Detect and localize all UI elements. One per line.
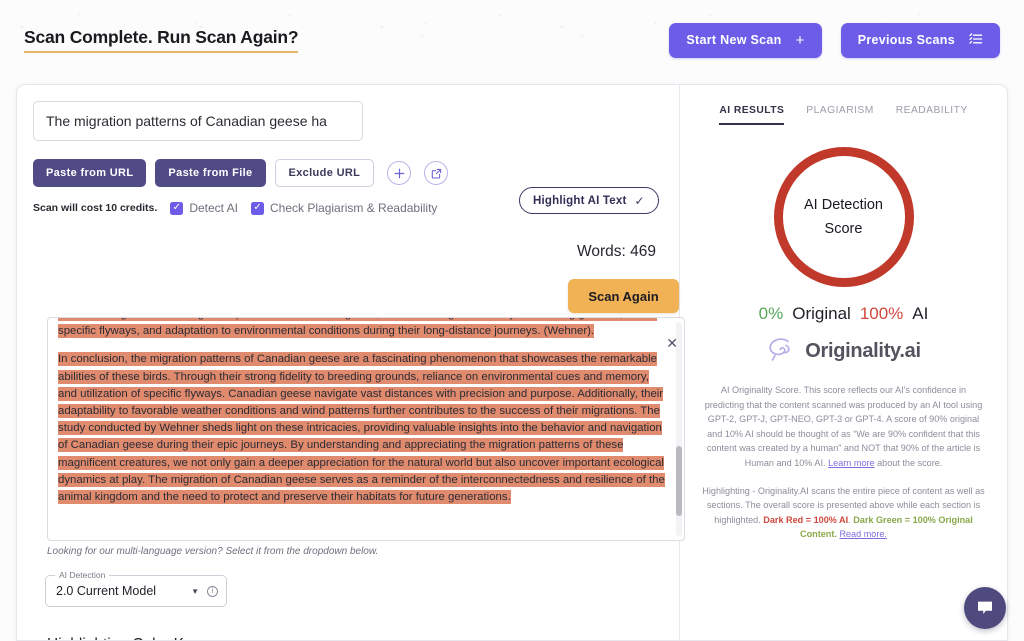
main-card: Paste from URL Paste from File Exclude U… [16,84,1008,641]
detect-ai-label: Detect AI [189,201,239,215]
top-bar: Scan Complete. Run Scan Again? Start New… [0,0,1024,80]
editor-pane: Paste from URL Paste from File Exclude U… [17,85,685,640]
detect-ai-checkbox[interactable]: ✓ Detect AI [170,201,238,215]
ai-detection-model-value: 2.0 Current Model [56,584,157,598]
brand-row: Originality.ai [688,336,999,367]
ai-percent: 100% [859,304,904,323]
dark-red-legend: Dark Red = 100% AI [763,514,849,525]
tab-ai-results[interactable]: AI RESULTS [719,105,785,125]
score-explanation-1-text: AI Originality Score. This score reflect… [704,385,983,468]
score-ring-line-1: AI Detection [804,197,883,213]
check-plagiarism-checkbox-box[interactable]: ✓ [251,201,265,215]
previous-scans-button[interactable]: Previous Scans [840,22,1000,58]
close-icon[interactable]: ✕ [666,336,678,350]
highlighted-sentence: valuable insights into the migration pat… [58,318,658,339]
start-new-scan-label: Start New Scan [686,33,782,47]
score-percentages: 0% Original 100% AI [688,304,999,324]
paste-from-file-button[interactable]: Paste from File [155,159,266,187]
plus-icon: + [795,31,805,49]
share-export-icon[interactable] [424,161,449,185]
scan-again-button[interactable]: Scan Again [568,279,679,313]
detect-ai-checkbox-box[interactable]: ✓ [170,201,184,215]
info-icon[interactable]: i [207,585,218,597]
credits-note: Scan will cost 10 credits. [33,202,158,214]
check-plagiarism-label: Check Plagiarism & Readability [270,201,438,215]
exclude-url-button[interactable]: Exclude URL [274,159,375,187]
brain-icon [766,336,796,367]
ai-detection-model-select[interactable]: AI Detection 2.0 Current Model ▼ i [45,570,227,607]
results-tabs: AI RESULTS PLAGIARISM READABILITY [688,85,999,125]
score-ring-line-2: Score [824,221,863,237]
paste-from-url-button[interactable]: Paste from URL [33,159,147,187]
score-explanation-1-tail: about the score. [874,457,943,468]
multilang-note: Looking for our multi-language version? … [47,546,379,557]
word-count: Words: 469 [577,243,656,260]
text-paragraph: valuable insights into the migration pat… [58,318,668,340]
highlight-ai-text-toggle[interactable]: Highlight AI Text ✓ [519,187,659,214]
original-percent: 0% [758,304,784,323]
score-explanation-1: AI Originality Score. This score reflect… [702,383,985,471]
ai-detection-model-legend: AI Detection [55,570,110,580]
previous-scans-label: Previous Scans [857,33,955,47]
highlight-ai-text-label: Highlight AI Text [533,194,627,207]
brand-name: Originality.ai [805,340,921,362]
ai-detection-score-ring: AI Detection Score [773,147,914,287]
check-plagiarism-checkbox[interactable]: ✓ Check Plagiarism & Readability [251,201,437,215]
learn-more-link[interactable]: Learn more [828,458,875,468]
scanned-text-box[interactable]: valuable insights into the migration pat… [47,317,685,541]
scanned-text-scroll[interactable]: valuable insights into the migration pat… [54,318,672,540]
color-key-title: Highlighting Color Key [47,636,200,640]
start-new-scan-button[interactable]: Start New Scan + [669,22,822,58]
chat-bubble-icon[interactable] [964,587,1006,629]
results-pane: AI RESULTS PLAGIARISM READABILITY AI Det… [680,85,1007,640]
score-explanation-2: Highlighting - Originality.AI scans the … [702,484,985,542]
check-icon: ✓ [634,193,645,208]
tab-plagiarism[interactable]: PLAGIARISM [806,105,873,125]
highlighted-sentence: In conclusion, the migration patterns of… [58,352,665,505]
top-bar-actions: Start New Scan + Previous Scans [669,22,1000,58]
read-more-link[interactable]: Read more. [839,529,887,539]
ai-label: AI [912,304,929,323]
original-label: Original [792,304,851,323]
text-paragraph: In conclusion, the migration patterns of… [58,351,668,506]
title-input[interactable] [33,101,363,141]
page-title: Scan Complete. Run Scan Again? [24,27,299,53]
source-button-row: Paste from URL Paste from File Exclude U… [33,159,663,187]
add-icon[interactable] [387,161,412,185]
chevron-down-icon[interactable]: ▼ [191,587,199,596]
tab-readability[interactable]: READABILITY [896,105,968,125]
list-icon [969,32,983,48]
